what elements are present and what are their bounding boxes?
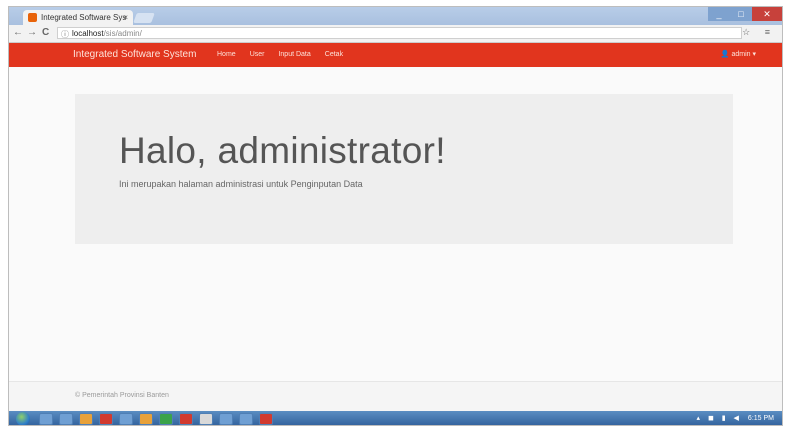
nav-item-user[interactable]: User (250, 43, 265, 67)
forward-icon[interactable]: → (27, 27, 37, 38)
taskbar-app-icon[interactable] (99, 413, 113, 425)
nav-item-home[interactable]: Home (217, 43, 236, 67)
taskbar-app-icon[interactable] (119, 413, 133, 425)
tab-close-icon[interactable]: × (123, 10, 128, 25)
welcome-jumbotron: Halo, administrator! Ini merupakan halam… (75, 94, 733, 244)
back-icon[interactable]: ← (13, 27, 23, 38)
close-window-icon[interactable]: ✕ (752, 7, 782, 21)
favicon-icon (28, 13, 37, 22)
system-tray[interactable]: ▴ ◼ ▮ ◀ 6:15 PM (697, 411, 774, 425)
new-tab-button[interactable] (133, 13, 155, 23)
taskbar-app-icon[interactable] (239, 413, 253, 425)
page-info-icon[interactable]: ⓘ (61, 29, 69, 41)
maximize-icon[interactable]: □ (730, 7, 752, 21)
nav-item-input-data[interactable]: Input Data (278, 43, 310, 67)
taskbar-clock[interactable]: 6:15 PM (748, 415, 774, 422)
taskbar-app-icon[interactable] (199, 413, 213, 425)
page-subtitle: Ini merupakan halaman administrasi untuk… (119, 179, 363, 189)
url-input[interactable]: ⓘ localhost/sis/admin/ (57, 27, 742, 39)
url-path: /sis/admin/ (103, 29, 142, 38)
taskbar-app-icon[interactable] (179, 413, 193, 425)
windows-logo-icon (16, 412, 30, 425)
tray-icons[interactable]: ▴ ◼ ▮ ◀ (697, 415, 742, 422)
taskbar-apps (39, 413, 273, 425)
window-controls: _ □ ✕ (708, 7, 782, 21)
taskbar-app-icon[interactable] (259, 413, 273, 425)
footer-text: © Pemerintah Provinsi Banten (75, 392, 169, 399)
user-icon: 👤 (720, 51, 730, 58)
minimize-icon[interactable]: _ (708, 7, 730, 21)
reload-icon[interactable]: C (42, 27, 49, 38)
nav-menu: Home User Input Data Cetak (217, 43, 343, 67)
tab-title: Integrated Software Sys (41, 13, 127, 22)
page-footer: © Pemerintah Provinsi Banten (9, 381, 782, 412)
taskbar-app-icon[interactable] (139, 413, 153, 425)
address-toolbar: ← → C ⓘ localhost/sis/admin/ ☆ ≡ (9, 25, 782, 43)
browser-tab[interactable]: Integrated Software Sys × (23, 10, 133, 25)
browser-titlebar: Integrated Software Sys × _ □ ✕ (9, 7, 782, 25)
user-menu-label: admin ▾ (731, 51, 756, 58)
taskbar-app-icon[interactable] (159, 413, 173, 425)
browser-window: Integrated Software Sys × _ □ ✕ ← → C ⓘ … (8, 6, 783, 426)
taskbar-app-icon[interactable] (79, 413, 93, 425)
toolbar-icons[interactable]: ☆ ≡ (742, 27, 776, 38)
page-title: Halo, administrator! (119, 130, 446, 171)
app-navbar: Integrated Software System Home User Inp… (9, 43, 782, 67)
navbar-brand[interactable]: Integrated Software System (73, 43, 196, 67)
taskbar-app-icon[interactable] (59, 413, 73, 425)
url-host: localhost (72, 29, 104, 38)
windows-taskbar: ▴ ◼ ▮ ◀ 6:15 PM (9, 411, 782, 425)
start-button[interactable] (13, 411, 33, 425)
taskbar-app-icon[interactable] (39, 413, 53, 425)
nav-item-cetak[interactable]: Cetak (325, 43, 343, 67)
taskbar-app-icon[interactable] (219, 413, 233, 425)
user-menu[interactable]: 👤 admin ▾ (721, 43, 756, 67)
